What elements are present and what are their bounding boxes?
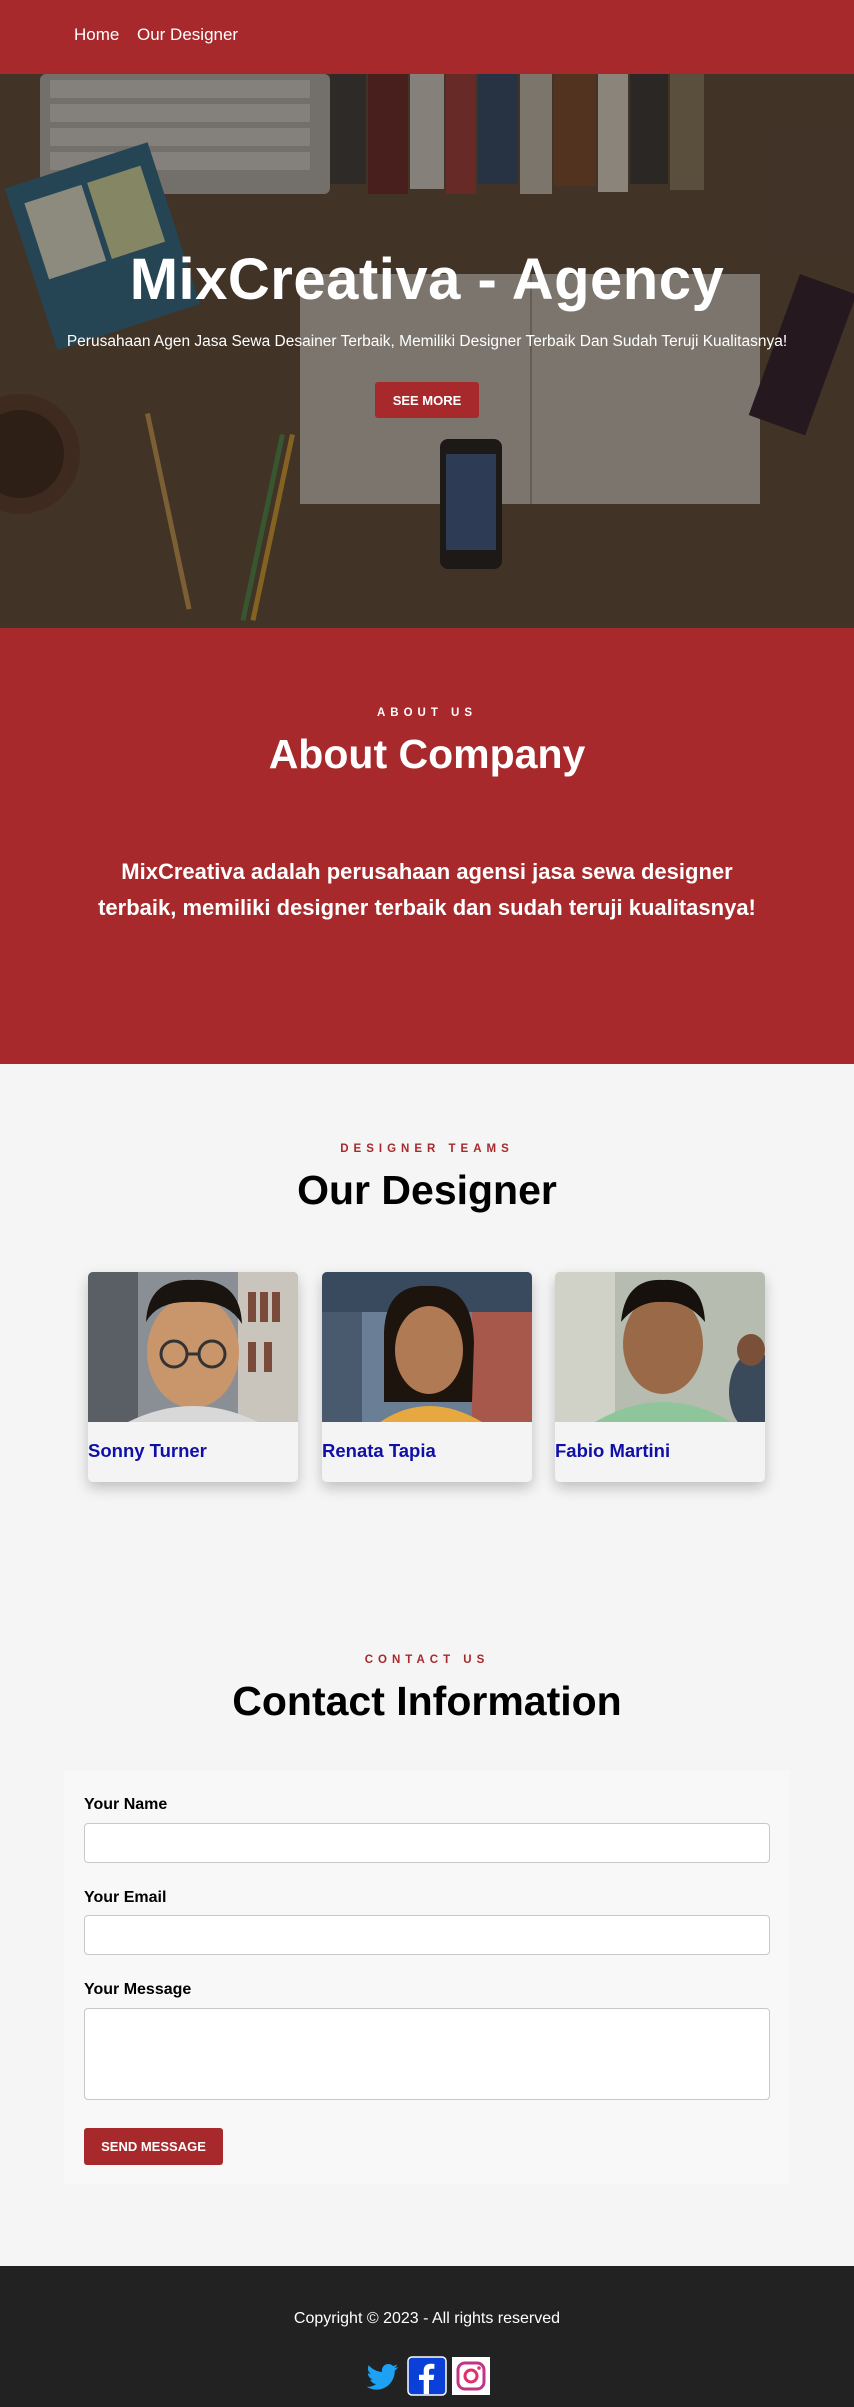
designer-card[interactable]: Fabio Martini <box>555 1272 765 1482</box>
footer: Copyright © 2023 - All rights reserved <box>0 2266 854 2407</box>
message-label: Your Message <box>84 1981 192 1998</box>
contact-eyebrow: CONTACT US <box>364 1654 490 1666</box>
hero-overlay <box>0 74 854 628</box>
designers-section: DESIGNER TEAMS Our Designer Sonny Turner <box>0 1064 854 1564</box>
name-label: Your Name <box>84 1796 168 1813</box>
about-title: About Company <box>268 731 586 777</box>
send-message-button[interactable]: SEND MESSAGE <box>84 2128 223 2165</box>
about-section: ABOUT US About Company MixCreativa adala… <box>0 628 854 1064</box>
hero-subtitle: Perusahaan Agen Jasa Sewa Desainer Terba… <box>66 333 788 350</box>
email-label: Your Email <box>84 1889 167 1906</box>
about-text: MixCreativa adalah perusahaan agensi jas… <box>98 859 756 920</box>
copyright-text: Copyright © 2023 - All rights reserved <box>293 2310 561 2327</box>
nav-link-home[interactable]: Home <box>74 25 119 45</box>
hero-title: MixCreativa - Agency <box>129 247 725 312</box>
contact-title: Contact Information <box>232 1678 622 1724</box>
designers-eyebrow: DESIGNER TEAMS <box>340 1143 514 1155</box>
navbar: Home Our Designer <box>0 0 854 74</box>
designer-name[interactable]: Renata Tapia <box>322 1440 436 1462</box>
designer-name[interactable]: Sonny Turner <box>88 1440 207 1462</box>
message-field[interactable] <box>84 2008 770 2100</box>
designer-photo <box>88 1272 298 1422</box>
about-eyebrow: ABOUT US <box>376 707 478 719</box>
contact-form: Your Name Your Email Your Message SEND M… <box>64 1770 790 2184</box>
name-field[interactable] <box>84 1823 770 1863</box>
email-field[interactable] <box>84 1915 770 1955</box>
instagram-icon[interactable] <box>451 2356 491 2396</box>
designer-card[interactable]: Renata Tapia <box>322 1272 532 1482</box>
designer-name[interactable]: Fabio Martini <box>555 1440 670 1462</box>
facebook-icon[interactable] <box>407 2356 447 2396</box>
hero-section: MixCreativa - Agency Perusahaan Agen Jas… <box>0 74 854 628</box>
see-more-button[interactable]: SEE MORE <box>375 382 479 418</box>
designers-title: Our Designer <box>297 1167 557 1213</box>
contact-section: CONTACT US Contact Information Your Name… <box>0 1564 854 2266</box>
nav-link-our-designer[interactable]: Our Designer <box>137 25 238 45</box>
twitter-icon[interactable] <box>362 2356 402 2396</box>
designer-photo <box>322 1272 532 1422</box>
designer-photo <box>555 1272 765 1422</box>
designer-card[interactable]: Sonny Turner <box>88 1272 298 1482</box>
